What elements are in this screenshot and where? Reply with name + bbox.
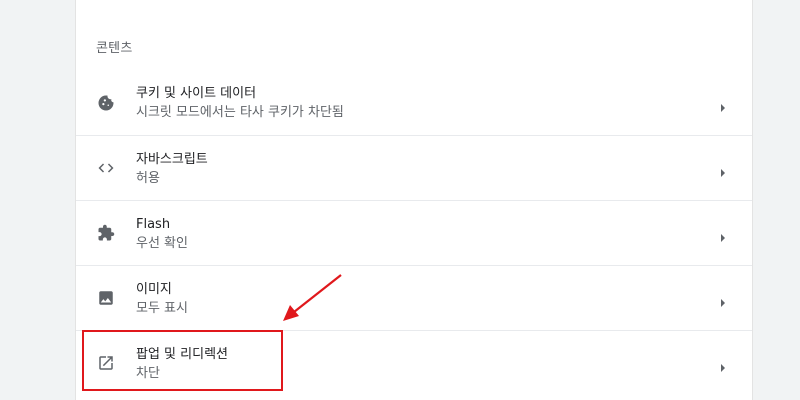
- cookie-icon: [96, 93, 116, 113]
- row-sublabel: 시크릿 모드에서는 타사 쿠키가 차단됨: [136, 105, 344, 120]
- chevron-right-icon: [718, 293, 728, 307]
- annotation-highlight-box: [82, 330, 283, 391]
- row-sublabel: 우선 확인: [136, 236, 188, 251]
- row-label: Flash: [136, 217, 171, 232]
- chevron-right-icon: [718, 228, 728, 242]
- row-sublabel: 허용: [136, 171, 160, 186]
- row-label: 쿠키 및 사이트 데이터: [136, 86, 257, 101]
- chevron-right-icon: [718, 163, 728, 177]
- code-icon: [96, 158, 116, 178]
- row-sublabel: 모두 표시: [136, 301, 188, 316]
- row-label: 이미지: [136, 282, 172, 297]
- row-label: 자바스크립트: [136, 152, 208, 167]
- settings-row-images[interactable]: 이미지 모두 표시: [76, 265, 752, 330]
- puzzle-icon: [96, 223, 116, 243]
- settings-row-cookies[interactable]: 쿠키 및 사이트 데이터 시크릿 모드에서는 타사 쿠키가 차단됨: [76, 70, 752, 135]
- chevron-right-icon: [718, 358, 728, 372]
- image-icon: [96, 288, 116, 308]
- settings-row-javascript[interactable]: 자바스크립트 허용: [76, 135, 752, 200]
- section-title: 콘텐츠: [96, 41, 133, 56]
- settings-row-flash[interactable]: Flash 우선 확인: [76, 200, 752, 265]
- chevron-right-icon: [718, 98, 728, 112]
- page: 콘텐츠 쿠키 및 사이트 데이터 시크릿 모드에서는 타사 쿠키가 차단됨 자바…: [0, 0, 800, 400]
